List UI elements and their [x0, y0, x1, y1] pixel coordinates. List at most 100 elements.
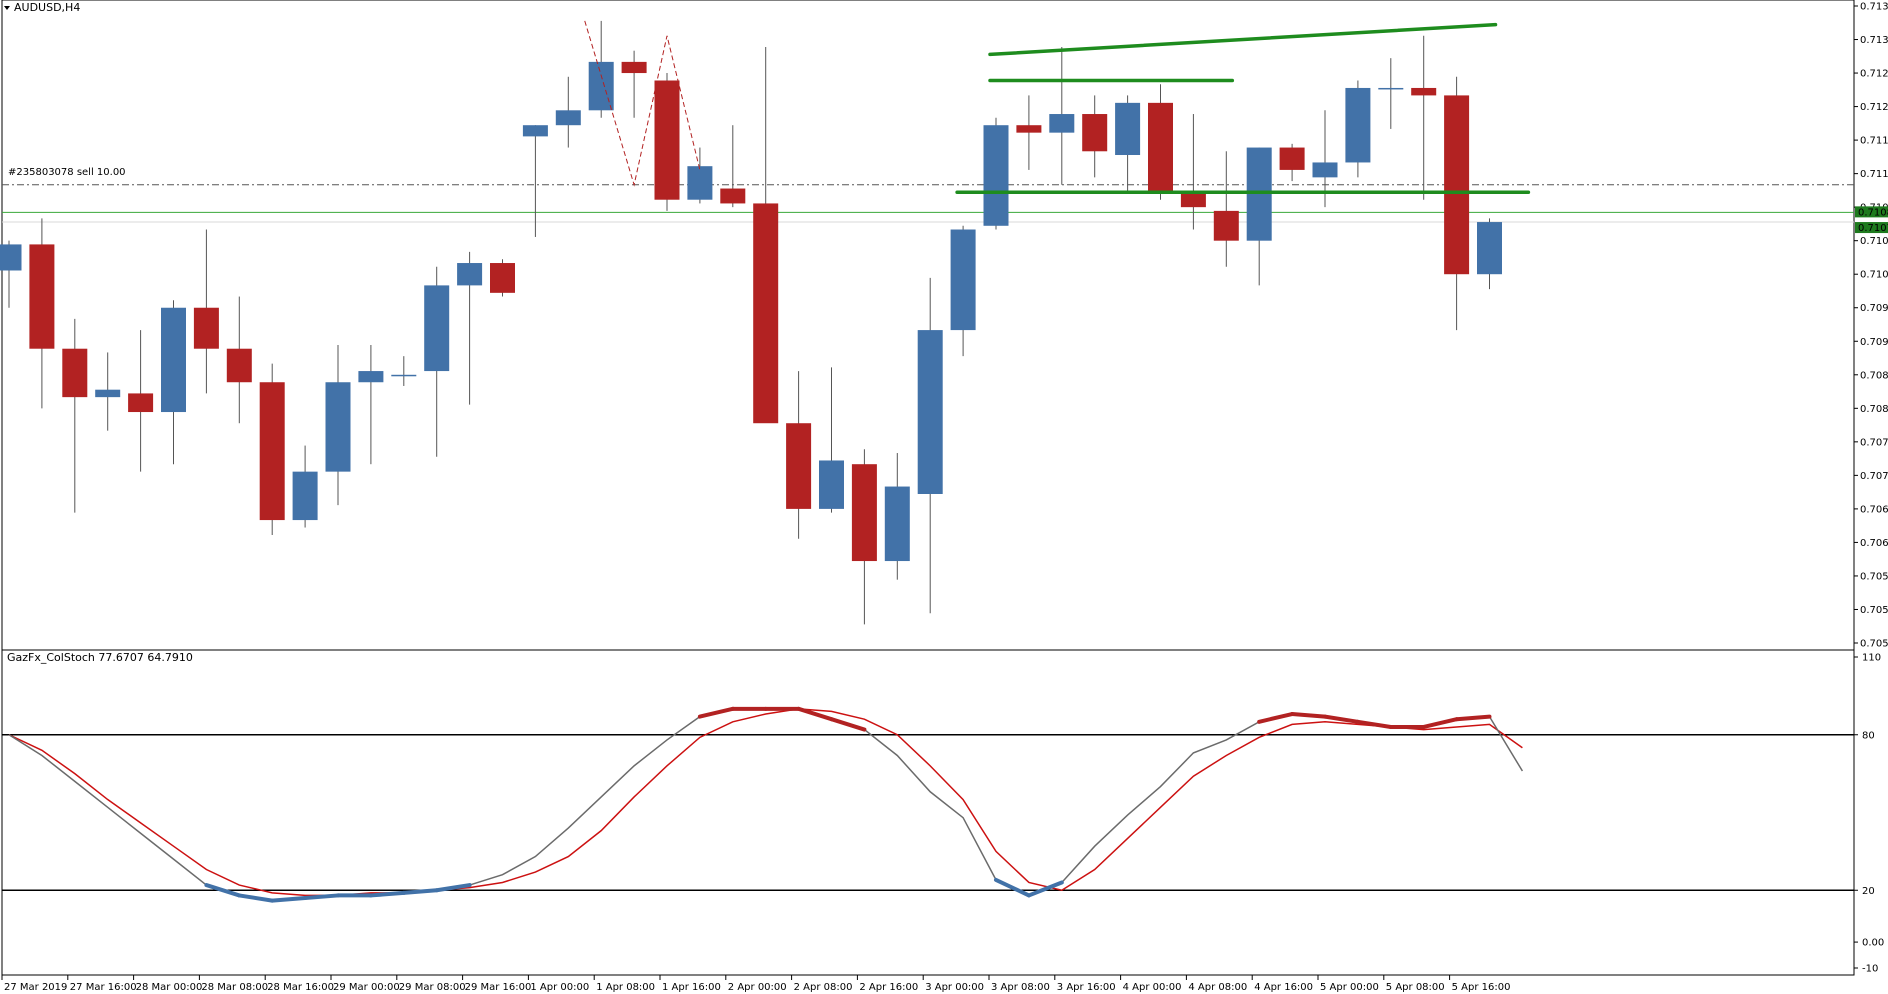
time-tick-label: 5 Apr 08:00 [1386, 982, 1445, 993]
stoch-tick-label: -10 [1862, 964, 1878, 975]
stoch-highlight-segment [401, 888, 439, 895]
price-tick-label: 0.71360 [1860, 2, 1888, 13]
candle-body [786, 423, 812, 509]
candle-body [1312, 162, 1338, 178]
time-tick-label: 5 Apr 16:00 [1452, 982, 1511, 993]
symbol-title: AUDUSD,H4 [4, 1, 80, 14]
price-tick-label: 0.71135 [1860, 169, 1888, 180]
stoch-highlight-segment [270, 896, 308, 903]
price-tick-label: 0.71225 [1860, 102, 1888, 113]
candle-body [1049, 114, 1075, 133]
time-tick-label: 4 Apr 08:00 [1188, 982, 1247, 993]
stoch-highlight-segment [1290, 712, 1327, 719]
time-tick-label: 3 Apr 16:00 [1057, 982, 1116, 993]
candle-body [851, 464, 877, 562]
candle-body [720, 188, 746, 204]
candle-body [1477, 222, 1502, 275]
time-tick-label: 29 Mar 16:00 [465, 982, 532, 993]
candle-body [983, 125, 1009, 226]
candle-body [1115, 102, 1141, 156]
candle-body [588, 61, 614, 111]
time-tick-label: 1 Apr 00:00 [530, 982, 589, 993]
time-tick-label: 3 Apr 08:00 [991, 982, 1050, 993]
candle-body [621, 61, 647, 74]
indicator-title: GazFx_ColStoch 77.6707 64.7910 [7, 651, 193, 664]
candle-body [490, 263, 515, 293]
candle-body [884, 486, 910, 562]
price-tick-label: 0.71180 [1860, 136, 1888, 147]
price-tick-label: 0.70505 [1860, 639, 1888, 650]
candle-body [0, 244, 22, 271]
candle-body [1411, 87, 1437, 96]
candle-body [1246, 147, 1272, 241]
price-tick-label: 0.70685 [1860, 504, 1888, 515]
candle-body [292, 471, 318, 521]
candle-body [95, 389, 121, 398]
price-tick-label: 0.71315 [1860, 35, 1888, 46]
candle-body [1444, 95, 1470, 275]
order-label: #235803078 sell 10.00 [8, 167, 126, 178]
candle-body [29, 244, 55, 349]
time-tick-label: 28 Mar 16:00 [267, 982, 334, 993]
time-tick-label: 4 Apr 16:00 [1254, 982, 1313, 993]
price-tick-label: 0.71270 [1860, 69, 1888, 80]
candle-body [358, 371, 384, 383]
bid-price-tag-text: 0.71083 [1858, 207, 1888, 218]
stochastic-pane-frame [1, 649, 1855, 976]
time-tick-label: 27 Mar 2019 [4, 982, 67, 993]
candle-body [226, 348, 252, 383]
price-tick-label: 0.70640 [1860, 538, 1888, 549]
candle-body [424, 285, 450, 372]
time-tick-label: 27 Mar 16:00 [70, 982, 137, 993]
candle-body [753, 203, 779, 424]
candle-body [1213, 210, 1239, 241]
stoch-highlight-segment [1454, 714, 1492, 722]
stoch-tick-label: 110 [1862, 653, 1881, 664]
candle-body [654, 80, 680, 200]
candle-body [457, 263, 483, 286]
stoch-tick-label: 0.00 [1862, 938, 1884, 949]
price-tick-label: 0.71000 [1860, 270, 1888, 281]
candle-body [917, 330, 943, 494]
price-tick-label: 0.70775 [1860, 437, 1888, 448]
price-axis: 0.71360 0.71315 0.71270 0.71225 0.71180 0.711… [1854, 2, 1888, 650]
time-tick-label: 5 Apr 00:00 [1320, 982, 1379, 993]
time-tick-label: 28 Mar 00:00 [136, 982, 203, 993]
candle-body [1148, 102, 1173, 193]
symbol-title-text: AUDUSD,H4 [14, 1, 80, 14]
candle-body [555, 110, 581, 126]
price-tick-label: 0.70820 [1860, 404, 1888, 415]
chart-root: 0.71360 0.71315 0.71270 0.71225 0.71180 0.711… [0, 0, 1888, 993]
time-tick-label: 4 Apr 00:00 [1123, 982, 1182, 993]
candle-body [1279, 147, 1305, 170]
stoch-highlight-segment [368, 890, 406, 898]
candle-body [1016, 125, 1042, 133]
candle-body [259, 382, 285, 521]
stochastic-axis: 110 80 20 0.00 -10 [1854, 653, 1884, 975]
ask-price-tag-text: 0.71070 [1858, 223, 1888, 234]
time-tick-label: 28 Mar 08:00 [201, 982, 268, 993]
time-tick-label: 2 Apr 00:00 [728, 982, 787, 993]
candle-body [522, 125, 548, 137]
candle-body [128, 393, 154, 413]
time-tick-label: 2 Apr 08:00 [794, 982, 853, 993]
candle-body [1378, 87, 1404, 90]
stoch-tick-label: 80 [1862, 730, 1875, 741]
candle-body [62, 348, 88, 398]
candle-body [193, 307, 219, 349]
price-tick-label: 0.70550 [1860, 605, 1888, 616]
candle-body [391, 374, 417, 377]
time-tick-label: 1 Apr 16:00 [662, 982, 721, 993]
stoch-highlight-segment [303, 893, 340, 901]
candle-body [819, 460, 844, 509]
candle-body [1180, 192, 1206, 208]
time-tick-label: 1 Apr 08:00 [596, 982, 655, 993]
stochastic-pane: 110 80 20 0.00 -10 GazFx_ColStoch 77.6707 64… [1, 649, 1884, 976]
price-tick-label: 0.70595 [1860, 571, 1888, 582]
time-tick-label: 2 Apr 16:00 [859, 982, 918, 993]
candle-body [1082, 114, 1108, 152]
candle-body [325, 382, 351, 472]
time-tick-label: 3 Apr 00:00 [925, 982, 984, 993]
time-axis: 27 Mar 2019 27 Mar 16:00 28 Mar 00:00 28 Ma… [1, 975, 1511, 993]
candle-body [950, 229, 976, 331]
